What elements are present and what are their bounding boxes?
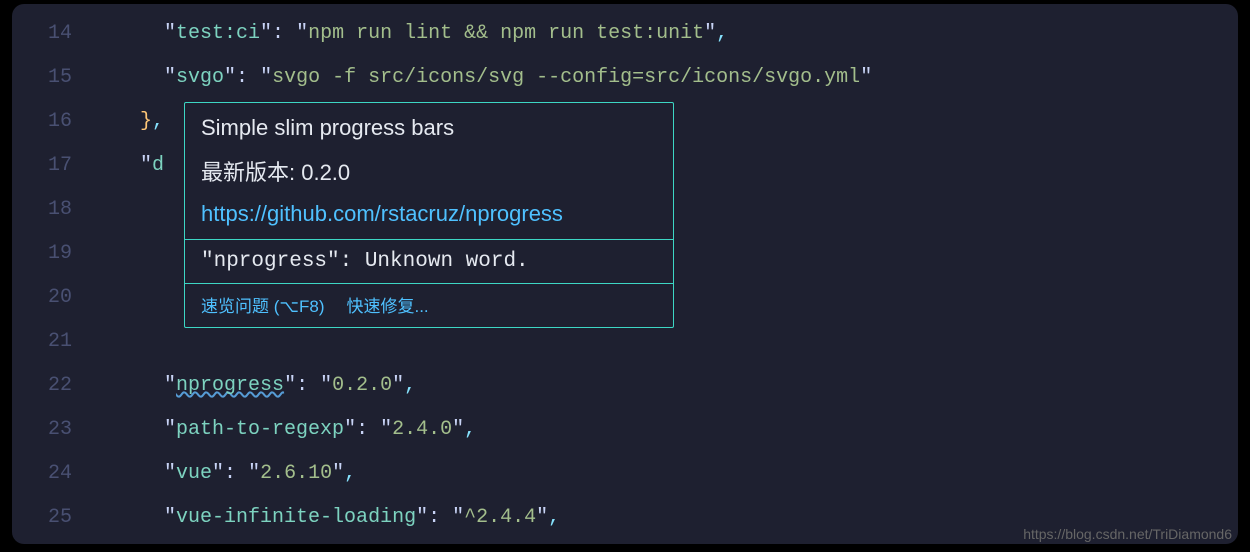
- line-number: 23: [12, 408, 92, 452]
- watermark-text: https://blog.csdn.net/TriDiamond6: [1023, 526, 1232, 542]
- line-number-gutter: 141516171819202122232425: [12, 12, 92, 540]
- line-number: 25: [12, 496, 92, 540]
- code-line[interactable]: "test:ci": "npm run lint && npm run test…: [92, 12, 1238, 56]
- hover-info-section: Simple slim progress bars 最新版本: 0.2.0 ht…: [185, 103, 673, 239]
- hover-tooltip: Simple slim progress bars 最新版本: 0.2.0 ht…: [184, 102, 674, 328]
- hover-url-link[interactable]: https://github.com/rstacruz/nprogress: [201, 201, 657, 227]
- line-number: 15: [12, 56, 92, 100]
- peek-problem-action[interactable]: 速览问题 (⌥F8): [201, 292, 324, 317]
- line-number: 20: [12, 276, 92, 320]
- line-number: 18: [12, 188, 92, 232]
- code-line[interactable]: "nprogress": "0.2.0",: [92, 364, 1238, 408]
- code-line[interactable]: "vue": "2.6.10",: [92, 452, 1238, 496]
- line-number: 21: [12, 320, 92, 364]
- hover-description: Simple slim progress bars: [201, 115, 657, 141]
- line-number: 19: [12, 232, 92, 276]
- hover-actions: 速览问题 (⌥F8) 快速修复...: [185, 283, 673, 327]
- line-number: 14: [12, 12, 92, 56]
- line-number: 24: [12, 452, 92, 496]
- editor-window: 141516171819202122232425 "test:ci": "npm…: [12, 4, 1238, 544]
- line-number: 16: [12, 100, 92, 144]
- hover-version: 最新版本: 0.2.0: [201, 155, 657, 187]
- code-line[interactable]: "svgo": "svgo -f src/icons/svg --config=…: [92, 56, 1238, 100]
- hover-problem-text: "nprogress": Unknown word.: [185, 240, 673, 283]
- line-number: 17: [12, 144, 92, 188]
- line-number: 22: [12, 364, 92, 408]
- quick-fix-action[interactable]: 快速修复...: [346, 292, 428, 317]
- code-line[interactable]: "path-to-regexp": "2.4.0",: [92, 408, 1238, 452]
